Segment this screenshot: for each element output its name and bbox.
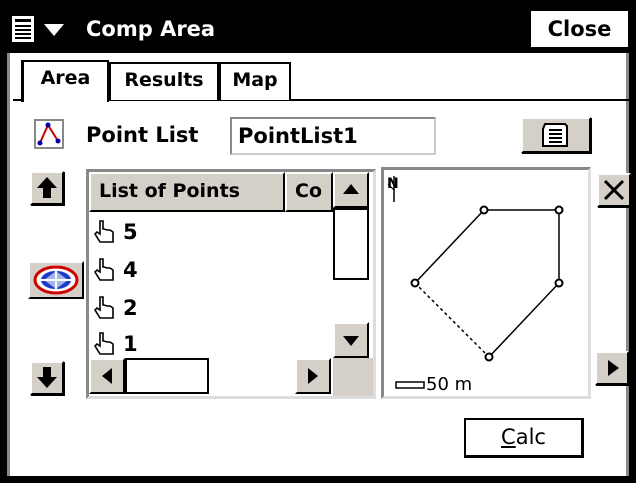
title-bar: Comp Area Close (0, 0, 636, 52)
window-title: Comp Area (86, 17, 216, 41)
tab-results[interactable]: Results (109, 62, 219, 100)
vertical-scroll-thumb[interactable] (333, 208, 369, 280)
x-icon (603, 179, 625, 201)
hand-point-icon (93, 296, 114, 319)
area-boundary (414, 209, 560, 358)
list-item[interactable]: 1 (91, 328, 331, 360)
list-picker-icon (542, 123, 568, 147)
polyline-icon[interactable] (34, 119, 64, 149)
point-list-input[interactable] (230, 117, 436, 155)
scroll-left-button[interactable] (89, 358, 125, 394)
hand-point-icon (93, 332, 114, 355)
point-name: 4 (123, 258, 138, 282)
point-marker (554, 205, 564, 215)
point-name: 2 (123, 296, 138, 320)
move-up-button[interactable] (30, 171, 64, 205)
scroll-down-button[interactable] (333, 322, 369, 358)
point-list-label: Point List (86, 123, 199, 147)
list-picker-button[interactable] (521, 117, 591, 153)
vertical-scrollbar[interactable] (333, 172, 371, 358)
scroll-up-button[interactable] (333, 172, 369, 208)
list-item[interactable]: 4 (91, 254, 331, 286)
point-marker (484, 352, 494, 362)
point-marker (410, 278, 420, 288)
polygon-plot: N (387, 176, 564, 389)
point-marker (554, 278, 564, 288)
list-item[interactable]: 5 (91, 216, 331, 248)
play-icon (608, 360, 619, 376)
column-header-list-of-points[interactable]: List of Points (89, 172, 285, 212)
arrow-up-icon (37, 177, 57, 198)
column-header-code[interactable]: Co (285, 172, 333, 212)
calc-button[interactable]: Calc (464, 418, 584, 458)
triangle-up-icon (343, 184, 359, 194)
closing-line (414, 282, 490, 358)
horizontal-scroll-thumb[interactable] (125, 358, 209, 394)
list-item[interactable]: 2 (91, 292, 331, 324)
clear-button[interactable] (597, 173, 631, 207)
dialog-body: Area Results Map Point List PointList1 L… (7, 53, 631, 476)
triangle-down-icon (343, 336, 359, 346)
close-button[interactable]: Close (529, 9, 630, 49)
calc-accelerator: C (501, 425, 516, 449)
windows-start-icon (12, 16, 64, 42)
calc-label-rest: alc (515, 425, 546, 449)
map-preview[interactable]: N 50 m (381, 167, 591, 399)
move-down-button[interactable] (30, 361, 64, 395)
hand-point-icon (93, 258, 114, 281)
scale-label: 50 m (426, 374, 473, 395)
start-menu-button[interactable] (8, 14, 80, 44)
point-name: 5 (123, 220, 138, 244)
point-marker (479, 205, 489, 215)
globe-button[interactable] (28, 261, 84, 299)
north-label: N (387, 176, 399, 192)
play-button[interactable] (595, 351, 629, 385)
point-name: 1 (123, 332, 138, 356)
points-list[interactable]: List of Points Co 5 4 2 1 (86, 169, 376, 399)
arrow-down-icon (37, 367, 57, 388)
hand-point-icon (93, 220, 114, 243)
scale-bar (395, 381, 425, 389)
scrollbar-corner (333, 358, 373, 396)
tab-map[interactable]: Map (219, 62, 291, 100)
scroll-right-button[interactable] (295, 358, 331, 394)
tab-area[interactable]: Area (21, 60, 109, 102)
triangle-left-icon (102, 368, 112, 384)
horizontal-scrollbar[interactable] (89, 358, 333, 396)
triangle-right-icon (308, 368, 318, 384)
globe-icon (33, 265, 79, 295)
